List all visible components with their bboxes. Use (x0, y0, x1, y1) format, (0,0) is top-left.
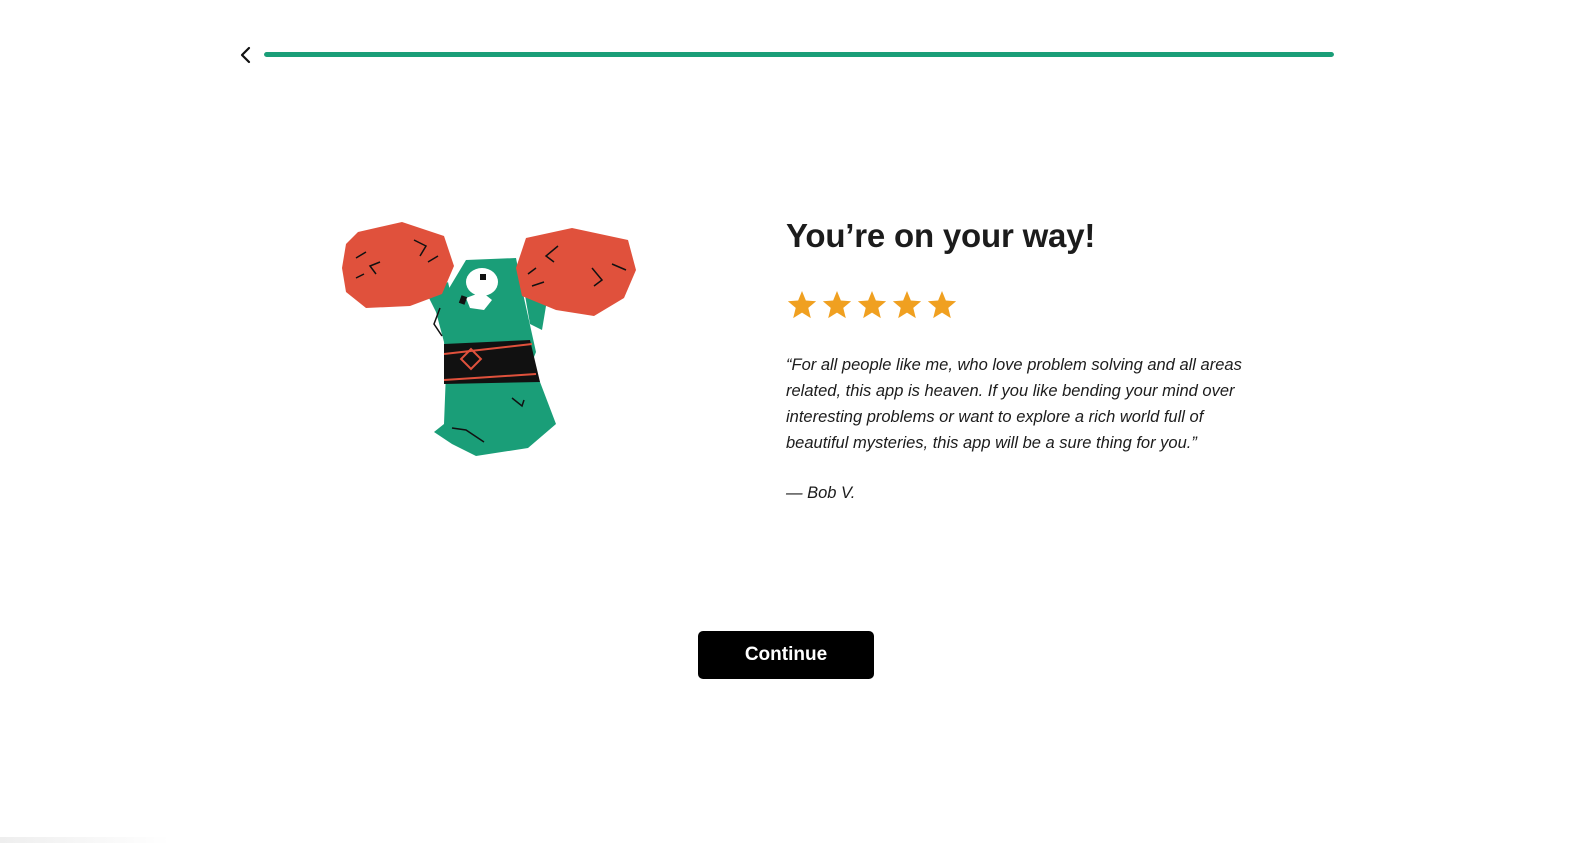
page-title: You’re on your way! (786, 217, 1096, 254)
top-bar (234, 40, 1338, 70)
star-icon (857, 291, 887, 319)
back-button[interactable] (234, 40, 258, 70)
chevron-left-icon (240, 46, 251, 64)
progress-fill (264, 52, 1334, 57)
page: You’re on your way! “For all people like… (0, 0, 1575, 843)
testimonial-quote: “For all people like me, who love proble… (786, 356, 1242, 452)
star-icon (787, 291, 817, 319)
testimonial-author: — Bob V. (786, 484, 856, 502)
mascot-cheering-illustration (336, 212, 640, 464)
bottom-shadow (0, 837, 170, 843)
star-icon (927, 291, 957, 319)
progress-bar (264, 52, 1334, 57)
star-icon (822, 291, 852, 319)
testimonial-panel: You’re on your way! “For all people like… (786, 214, 1256, 523)
star-icon (892, 291, 922, 319)
star-rating (786, 288, 1256, 328)
continue-button[interactable]: Continue (698, 631, 874, 679)
